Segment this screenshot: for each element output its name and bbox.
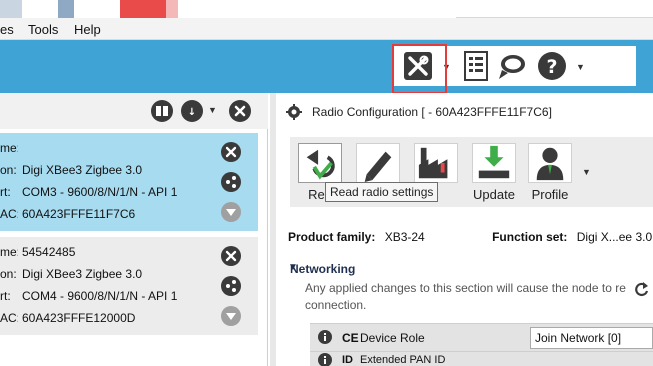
device-port-label: rt: (0, 289, 11, 303)
svg-text:?: ? (546, 56, 557, 78)
device-name-label: me: (0, 245, 18, 259)
setting-row-ce: CE Device Role Join Network [0] (310, 323, 653, 351)
product-family-value: XB3-24 (384, 230, 425, 244)
profile-button[interactable]: Profile (522, 137, 578, 205)
expand-icon[interactable] (220, 201, 242, 223)
section-description: Any applied changes to this section will… (305, 281, 626, 295)
title-decoration (0, 0, 22, 18)
update-button[interactable]: Update (466, 137, 522, 205)
update-label: Update (473, 187, 515, 202)
discover-devices-icon[interactable] (150, 99, 174, 123)
device-mac: 60A423FFFE12000D (22, 311, 136, 325)
section-description-cont: connection. (305, 298, 367, 312)
info-icon[interactable] (318, 353, 332, 366)
setting-name: Device Role (360, 331, 425, 345)
device-function-label: on: (0, 163, 17, 177)
device-port-label: rt: (0, 185, 11, 199)
device-mac-label: AC: (0, 311, 18, 325)
setting-row-id: ID Extended PAN ID (310, 351, 653, 366)
setting-code: ID (342, 354, 353, 366)
disconnect-icon[interactable] (220, 245, 242, 267)
main-toolbar: ▼ ? ▼ (0, 40, 653, 93)
menu-item[interactable]: es (0, 22, 14, 37)
radio-configuration-title: Radio Configuration [ - 60A423FFFE11F7C6… (312, 105, 552, 119)
sort-dropdown-arrow[interactable]: ▼ (208, 105, 217, 115)
function-set-label: Function set: (492, 230, 568, 244)
read-icon (298, 143, 342, 183)
svg-text:↓: ↓ (188, 107, 196, 118)
function-set-value: Digi X...ee 3.0 (576, 230, 653, 244)
help-icon[interactable]: ? (536, 50, 568, 82)
help-dropdown-arrow[interactable]: ▼ (576, 62, 585, 72)
menu-item-tools[interactable]: Tools (28, 22, 58, 37)
profile-dropdown-arrow[interactable]: ▼ (582, 167, 591, 177)
profile-icon (528, 143, 572, 183)
section-title-networking[interactable]: Networking (290, 262, 355, 276)
console-icon[interactable] (460, 50, 492, 82)
device-name: 54542485 (22, 245, 76, 259)
chat-icon[interactable] (496, 50, 528, 82)
expand-icon[interactable] (220, 305, 242, 327)
factory-icon (414, 143, 458, 183)
title-strip (0, 0, 653, 18)
device-port: COM4 - 9600/8/N/1/N - API 1 (22, 289, 178, 303)
network-icon[interactable] (220, 171, 242, 193)
device-name-label: me: (0, 141, 18, 155)
title-decoration (58, 0, 74, 18)
product-info-row: Product family: XB3-24 Function set: Dig… (288, 230, 652, 244)
profile-label: Profile (531, 187, 569, 202)
sort-devices-icon[interactable]: ↓ (180, 99, 204, 123)
device-role-select[interactable]: Join Network [0] (530, 327, 653, 349)
setting-code: CE (342, 331, 359, 345)
devices-panel-toolbar: ↓ ▼ (0, 93, 268, 129)
device-function-label: on: (0, 267, 17, 281)
devices-panel: ↓ ▼ me: on: Digi XBee3 Zigbee 3.0 rt: COM3… (0, 93, 268, 366)
title-decoration (120, 0, 166, 18)
network-icon[interactable] (220, 275, 242, 297)
title-decoration (456, 0, 653, 18)
refresh-section-icon[interactable] (634, 281, 650, 297)
pencil-icon (356, 143, 400, 183)
device-mac: 60A423FFFE11F7C6 (22, 207, 136, 221)
update-icon (472, 143, 516, 183)
gear-icon (286, 104, 302, 120)
tools-highlight-box (392, 44, 447, 94)
device-card-selected[interactable]: me: on: Digi XBee3 Zigbee 3.0 rt: COM3 - 9… (0, 133, 258, 231)
tooltip: Read radio settings (325, 182, 439, 202)
setting-name: Extended PAN ID (360, 354, 446, 366)
product-family-label: Product family: (288, 230, 376, 244)
device-card[interactable]: me: 54542485 on: Digi XBee3 Zigbee 3.0 rt:… (0, 237, 258, 335)
menu-item-help[interactable]: Help (74, 22, 101, 37)
device-mac-label: AC: (0, 207, 18, 221)
device-port: COM3 - 9600/8/N/1/N - API 1 (22, 185, 178, 199)
disconnect-icon[interactable] (220, 141, 242, 163)
title-decoration (166, 0, 178, 18)
remove-devices-icon[interactable] (228, 99, 252, 123)
menu-bar: es Tools Help (0, 18, 653, 40)
info-icon[interactable] (318, 330, 332, 344)
device-function: Digi XBee3 Zigbee 3.0 (22, 267, 143, 281)
device-function: Digi XBee3 Zigbee 3.0 (22, 163, 143, 177)
